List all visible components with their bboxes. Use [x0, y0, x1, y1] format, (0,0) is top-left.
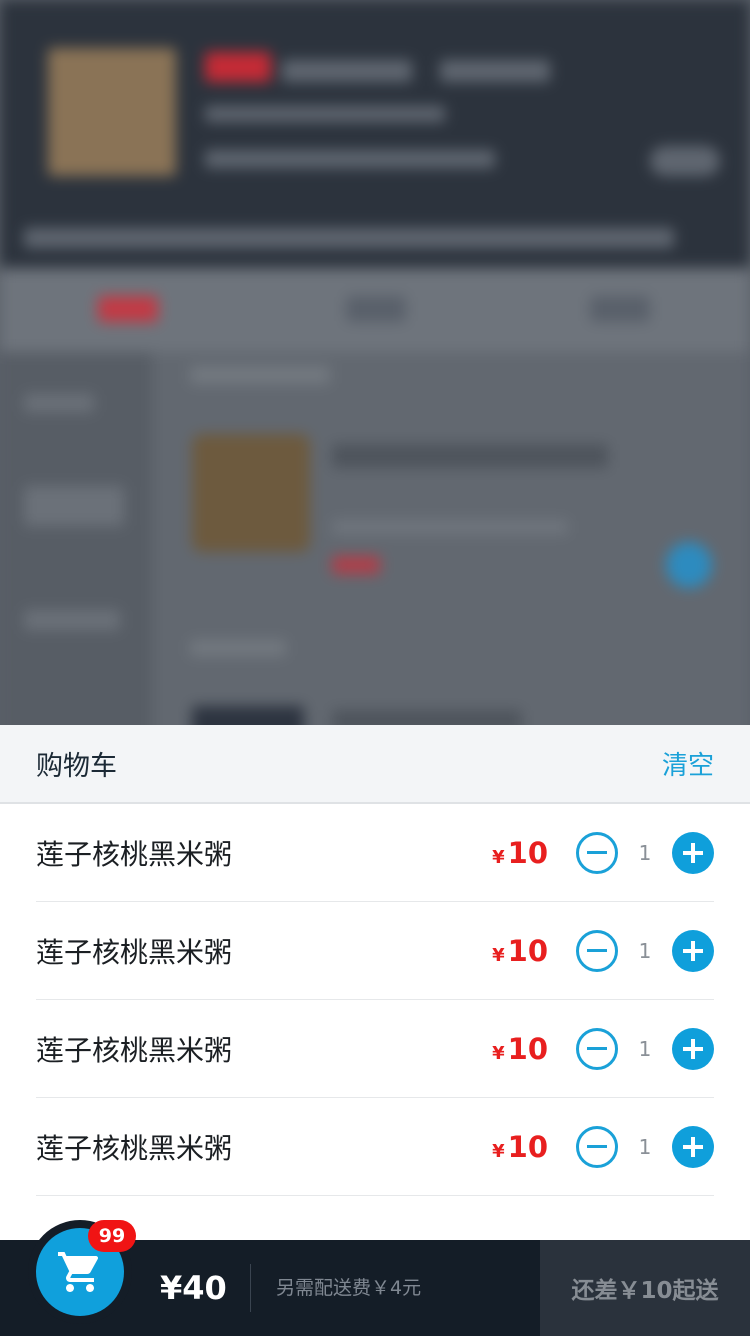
blurred-tab: [590, 296, 650, 322]
minus-icon: [587, 1047, 607, 1050]
cart-item: 莲子核桃黑米粥 ¥ 10 1: [36, 1000, 714, 1098]
item-price: ¥ 10: [492, 1130, 548, 1164]
increase-quantity-button[interactable]: [672, 1027, 714, 1070]
shop-brand-badge: [205, 52, 271, 82]
cart-title: 购物车: [36, 751, 117, 782]
increase-quantity-button[interactable]: [672, 929, 714, 972]
price-value: 10: [507, 933, 548, 968]
item-price: ¥ 10: [492, 1032, 548, 1066]
decrease-quantity-button[interactable]: [576, 929, 618, 972]
cart-count-badge: 99: [88, 1220, 136, 1252]
blurred-text: [440, 60, 550, 82]
minus-icon: [587, 949, 607, 952]
minus-icon: [587, 851, 607, 854]
cart-item: 莲子核桃黑米粥 ¥ 10 1: [36, 1098, 714, 1196]
blurred-text: [205, 106, 445, 122]
price-value: 10: [507, 1031, 548, 1066]
cart-item: 莲子核桃黑米粥 ¥ 10 1: [36, 902, 714, 1000]
shopping-cart-icon: [58, 1252, 99, 1292]
blurred-tab: [98, 296, 158, 322]
shop-thumbnail: [48, 48, 176, 176]
item-name: 莲子核桃黑米粥: [36, 837, 233, 871]
blurred-text: [650, 146, 720, 176]
blurred-text: [24, 394, 94, 412]
item-quantity: 1: [638, 1134, 652, 1159]
cart-total: ¥40: [160, 1269, 227, 1307]
increase-quantity-button[interactable]: [672, 831, 714, 874]
blurred-text: [24, 228, 674, 248]
item-name: 莲子核桃黑米粥: [36, 1131, 233, 1165]
minus-icon: [587, 1145, 607, 1148]
currency-symbol: ¥: [492, 1042, 505, 1064]
item-name: 莲子核桃黑米粥: [36, 935, 233, 969]
item-price: ¥ 10: [492, 934, 548, 968]
blurred-text: [190, 640, 286, 656]
currency-symbol: ¥: [492, 944, 505, 966]
price-value: 10: [507, 835, 548, 870]
blurred-text: [332, 444, 608, 468]
divider: [250, 1264, 251, 1312]
item-price: ¥ 10: [492, 836, 548, 870]
food-image: [192, 434, 310, 552]
decrease-quantity-button[interactable]: [576, 1125, 618, 1168]
clear-cart-button[interactable]: 清空: [662, 745, 714, 782]
blurred-add-button: [666, 542, 712, 588]
blurred-text: [24, 610, 120, 630]
decrease-quantity-button[interactable]: [576, 1027, 618, 1070]
blurred-text: [332, 556, 380, 574]
blurred-text: [24, 486, 124, 526]
delivery-fee-text: 另需配送费￥4元: [276, 1277, 422, 1299]
item-quantity: 1: [638, 1036, 652, 1061]
increase-quantity-button[interactable]: [672, 1125, 714, 1168]
currency-symbol: ¥: [492, 1140, 505, 1162]
item-quantity: 1: [638, 840, 652, 865]
item-name: 莲子核桃黑米粥: [36, 1033, 233, 1067]
decrease-quantity-button[interactable]: [576, 831, 618, 874]
blurred-text: [205, 150, 495, 168]
cart-panel: 购物车 清空 莲子核桃黑米粥 ¥ 10 1 莲子核桃黑米粥 ¥ 10 1 莲子核…: [0, 725, 750, 1240]
cart-item: 莲子核桃黑米粥 ¥ 10 1: [36, 804, 714, 902]
currency-symbol: ¥: [492, 846, 505, 868]
price-value: 10: [507, 1129, 548, 1164]
blurred-text: [332, 520, 568, 534]
blurred-text: [190, 366, 330, 384]
min-order-button[interactable]: 还差￥10起送: [540, 1240, 750, 1336]
cart-header: 购物车 清空: [0, 725, 750, 804]
blurred-tab: [346, 296, 406, 322]
item-quantity: 1: [638, 938, 652, 963]
menu-sidebar-background: [0, 352, 152, 760]
blurred-background-page: [0, 0, 750, 760]
blurred-text: [282, 60, 412, 82]
cart-item-list: 莲子核桃黑米粥 ¥ 10 1 莲子核桃黑米粥 ¥ 10 1 莲子核桃黑米粥 ¥ …: [0, 804, 750, 1196]
